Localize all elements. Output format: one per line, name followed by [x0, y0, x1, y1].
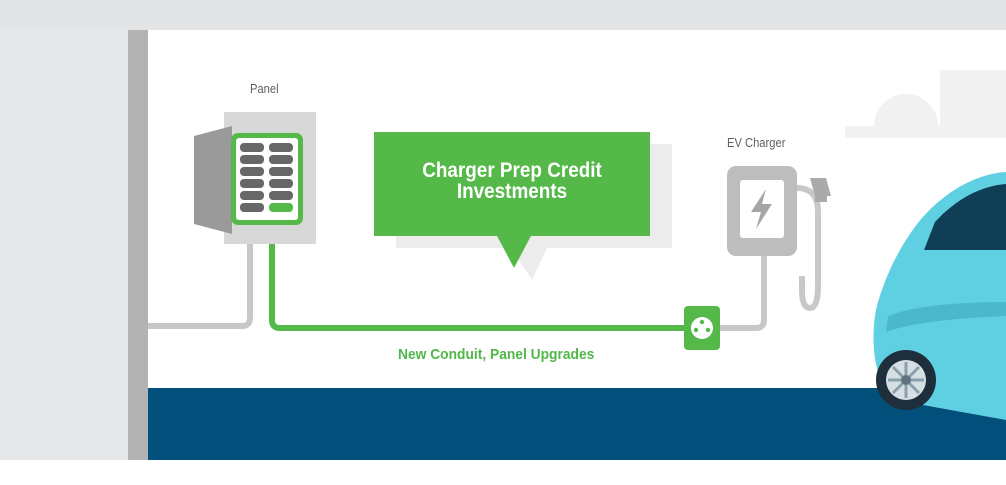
left-wall: [0, 30, 128, 460]
power-outlet-icon: [684, 306, 720, 350]
panel-label: Panel: [250, 81, 279, 96]
conduit-label: New Conduit, Panel Upgrades: [398, 346, 595, 363]
callout-line-2: Investments: [456, 180, 568, 203]
ev-charging-diagram: [0, 0, 1006, 485]
callout-line-1: Charger Prep Credit: [422, 159, 602, 182]
ev-charger-label: EV Charger: [727, 135, 786, 150]
wall-post: [128, 30, 148, 460]
callout-title: Charger Prep Credit Investments: [388, 160, 636, 202]
ceiling-band: [0, 0, 1006, 30]
breaker-panel-icon: [194, 112, 316, 244]
garage-floor: [148, 388, 1006, 460]
bottom-band: [0, 460, 1006, 485]
